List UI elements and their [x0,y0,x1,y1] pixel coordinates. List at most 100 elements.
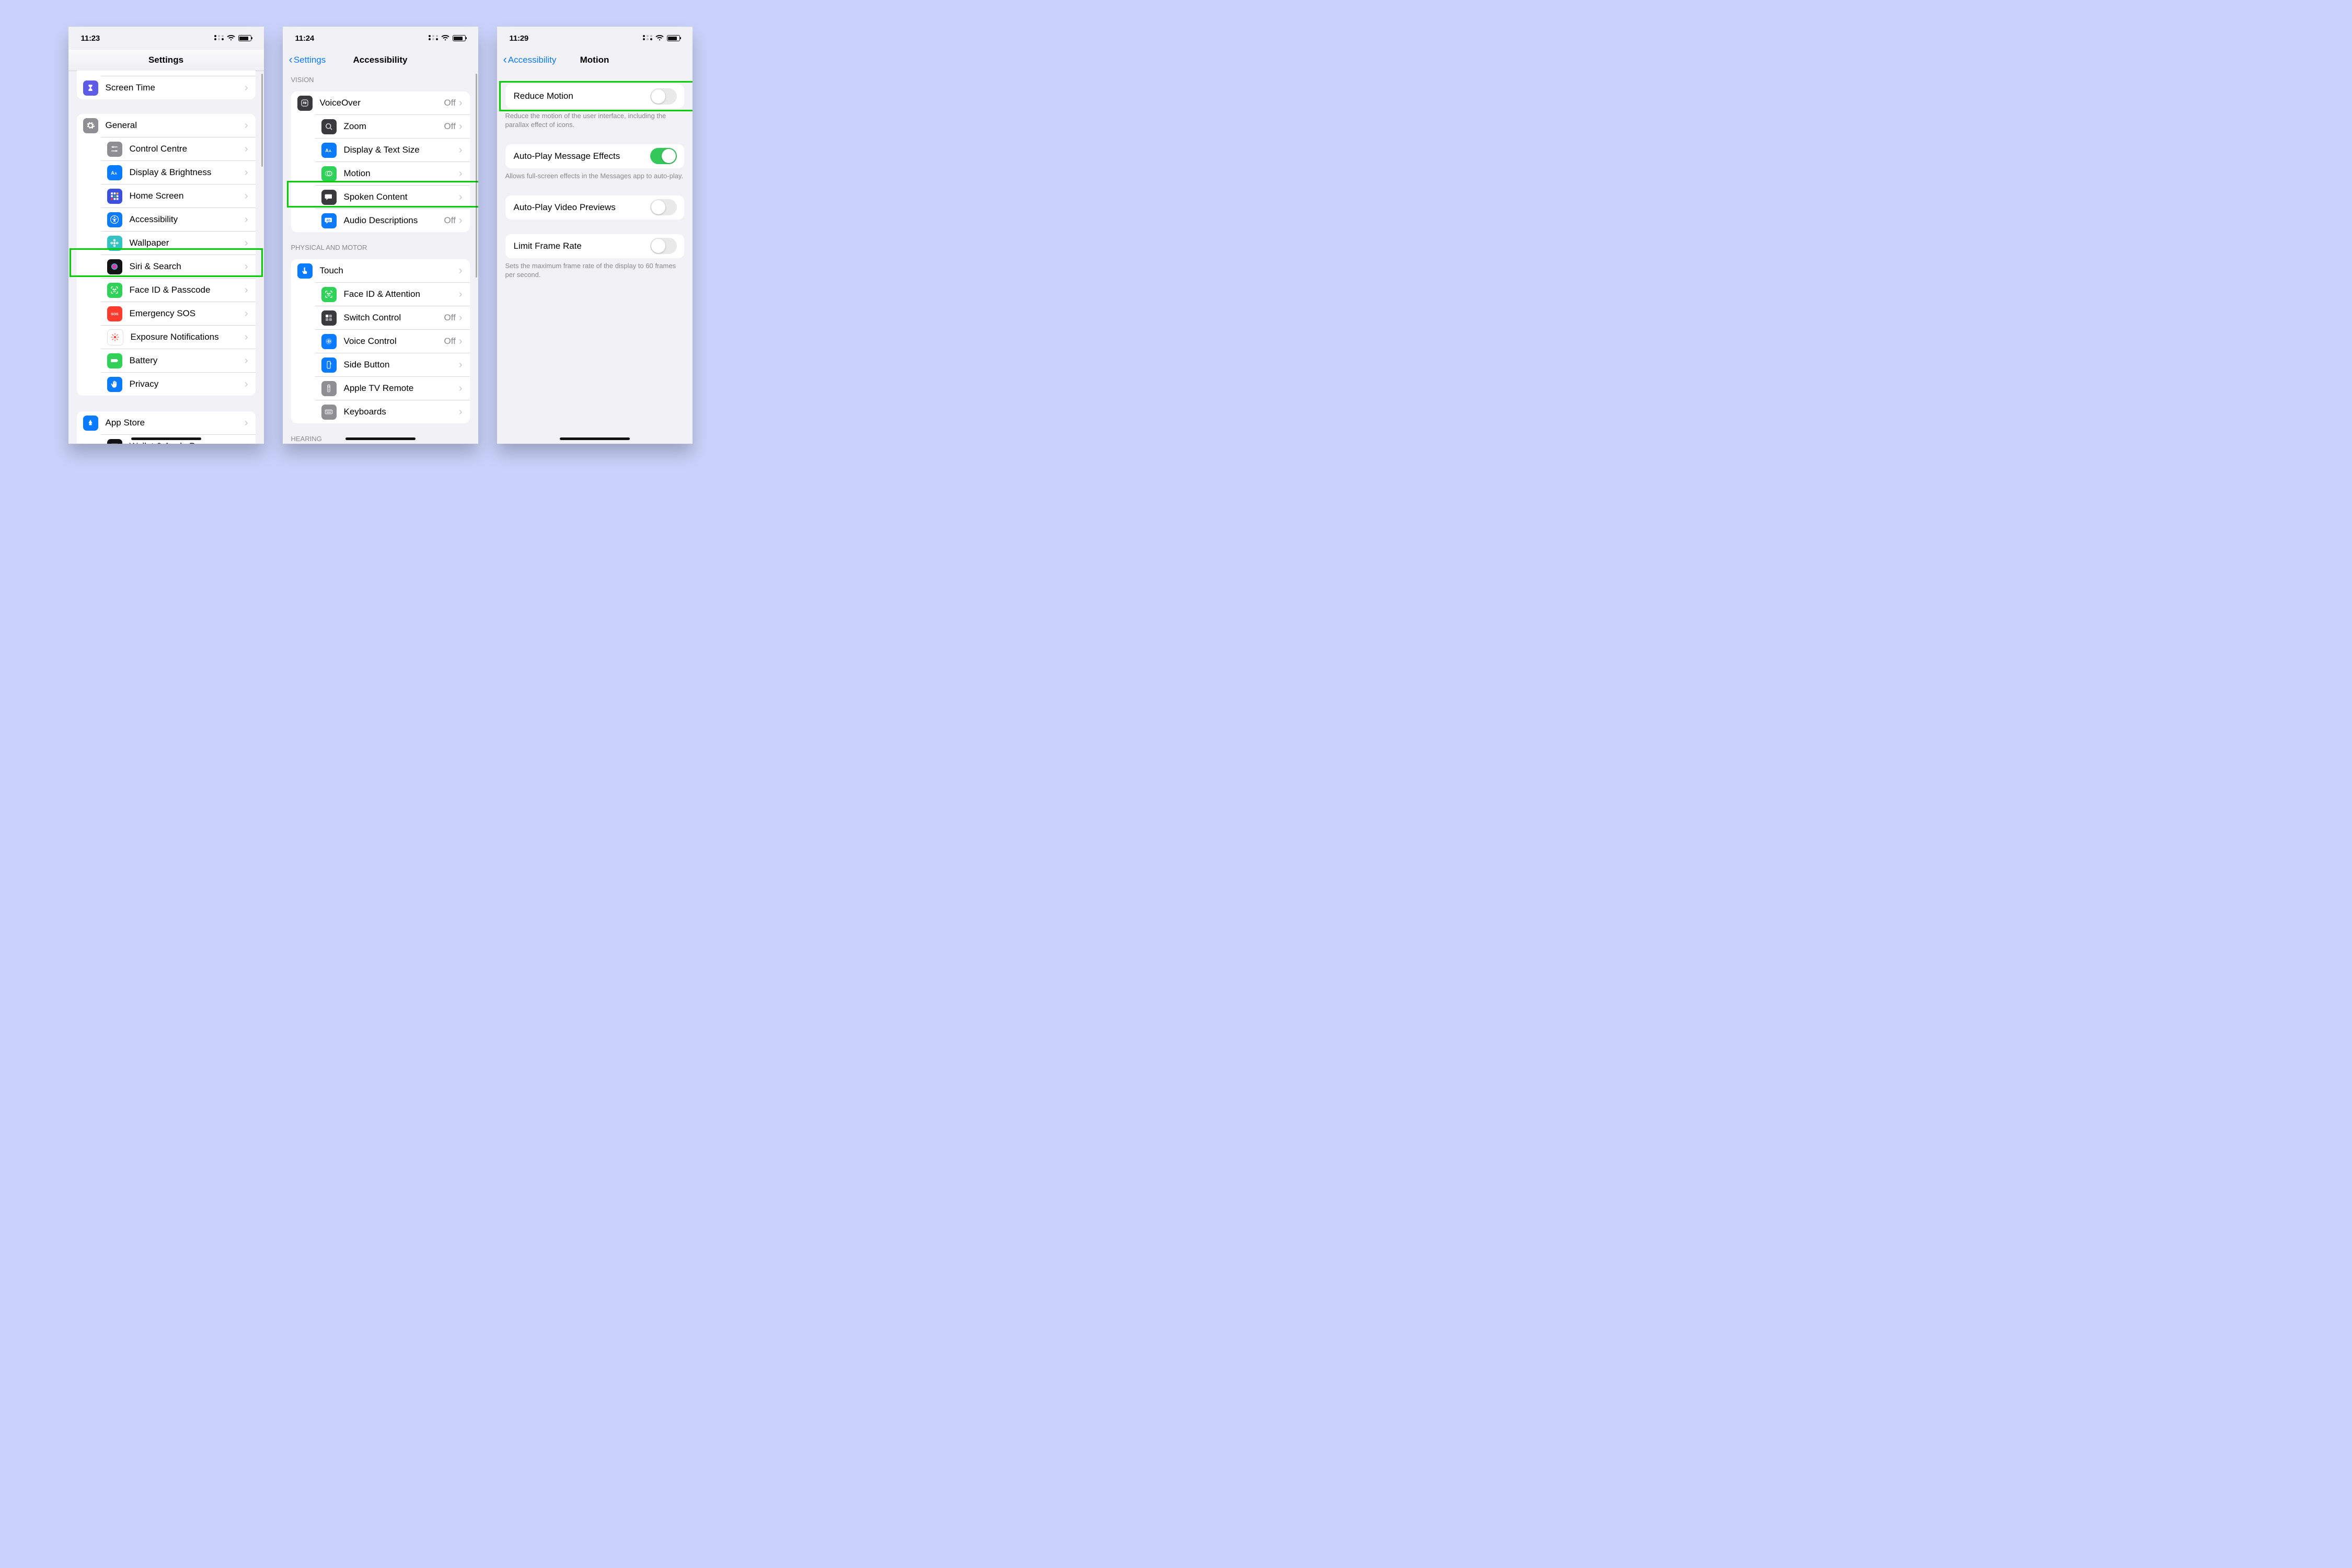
row-label: Screen Time [106,83,245,93]
settings-row-battery[interactable]: Battery› [101,349,256,372]
a11y-row-spoken-content[interactable]: Spoken Content› [315,185,470,209]
row-label: Control Centre [130,144,245,154]
home-indicator[interactable] [560,437,630,440]
status-time: 11:23 [81,34,100,43]
row-label: Wallpaper [130,238,245,248]
chevron-right-icon: › [245,441,248,444]
row-label: General [106,120,245,131]
battery-icon [453,35,466,41]
faceid-icon [321,287,337,302]
svg-text:A: A [329,149,331,153]
a11y-row-apple-tv-remote[interactable]: Apple TV Remote› [315,376,470,400]
settings-row-face-id-passcode[interactable]: Face ID & Passcode› [101,278,256,302]
a11y-row-audio-descriptions[interactable]: ADAudio DescriptionsOff› [315,209,470,232]
motion-icon [321,166,337,181]
aa-icon: AA [107,165,122,180]
chevron-right-icon: › [459,265,463,277]
toggle-switch[interactable] [650,88,677,105]
settings-row-home-screen[interactable]: Home Screen› [101,184,256,207]
toggle-row-limit-frame-rate[interactable]: Limit Frame Rate [505,234,684,258]
row-label: Touch [320,266,459,276]
nav-title: Settings [68,55,264,65]
settings-row-exposure-notifications[interactable]: Exposure Notifications› [101,325,256,349]
chevron-right-icon: › [459,121,463,133]
speech-icon [321,190,337,205]
chevron-right-icon: › [459,168,463,180]
toggle-switch[interactable] [650,199,677,215]
a11y-row-touch[interactable]: Touch› [291,259,470,282]
zoom-icon [321,119,337,134]
status-bar: 11:24 [283,27,478,50]
toggle-row-auto-play-message-effects[interactable]: Auto-Play Message Effects [505,144,684,168]
chevron-right-icon: › [459,383,463,395]
a11y-row-motion[interactable]: Motion› [315,162,470,185]
accessibility-icon [107,212,122,227]
status-icons [429,35,466,41]
settings-row-control-centre[interactable]: Control Centre› [101,137,256,160]
a11y-row-side-button[interactable]: Side Button› [315,353,470,376]
row-value: Off [444,336,455,347]
section-header: VISION [283,71,478,87]
chevron-right-icon: › [245,190,248,202]
row-label: App Store [106,418,245,428]
a11y-row-face-id-attention[interactable]: Face ID & Attention› [315,282,470,306]
svg-text:AD: AD [327,220,331,223]
row-label: Display & Text Size [344,145,459,155]
svg-text:A: A [111,170,114,176]
chevron-right-icon: › [459,312,463,324]
setting-description: Allows full-screen effects in the Messag… [497,168,693,181]
settings-row-privacy[interactable]: Privacy› [101,372,256,396]
toggle-switch[interactable] [650,148,677,164]
settings-row-display-brightness[interactable]: AADisplay & Brightness› [101,160,256,184]
a11y-row-switch-control[interactable]: Switch ControlOff› [315,306,470,329]
row-label: Siri & Search [130,261,245,272]
svg-text:A: A [325,148,329,153]
settings-row-general[interactable]: General› [77,114,256,137]
section-header: PHYSICAL AND MOTOR [283,232,478,255]
chevron-right-icon: › [245,355,248,367]
row-label: Privacy [130,379,245,389]
settings-row-emergency-sos[interactable]: SOSEmergency SOS› [101,302,256,325]
settings-row-wallpaper[interactable]: Wallpaper› [101,231,256,255]
row-label: Side Button [344,360,459,370]
switch-icon [321,310,337,326]
home-indicator[interactable] [131,437,201,440]
wifi-icon [227,35,235,41]
battery-icon [107,353,122,368]
gear-icon [83,118,98,133]
chevron-right-icon: › [245,82,248,94]
hourglass-icon [83,80,98,96]
settings-row-accessibility[interactable]: Accessibility› [101,207,256,231]
settings-row-siri-search[interactable]: Siri & Search› [101,255,256,278]
chevron-right-icon: › [459,406,463,418]
a11y-row-display-text-size[interactable]: AADisplay & Text Size› [315,138,470,162]
row-value: Off [444,215,455,226]
toggle-switch[interactable] [650,238,677,254]
nav-bar: ‹Settings Accessibility [283,50,478,71]
ad-icon: AD [321,213,337,228]
a11y-row-zoom[interactable]: ZoomOff› [315,114,470,138]
a11y-row-voice-control[interactable]: Voice ControlOff› [315,329,470,353]
home-indicator[interactable] [345,437,416,440]
faceid-icon [107,283,122,298]
toggle-label: Auto-Play Video Previews [514,202,650,213]
a11y-row-keyboards[interactable]: Keyboards› [315,400,470,423]
toggle-row-reduce-motion[interactable]: Reduce Motion [505,84,684,108]
chevron-right-icon: › [245,417,248,429]
toggle-row-auto-play-video-previews[interactable]: Auto-Play Video Previews [505,195,684,220]
row-label: Wallet & Apple Pay [130,441,245,444]
chevron-right-icon: › [245,308,248,320]
siri-icon [107,259,122,274]
settings-row-screen-time[interactable]: Screen Time› [77,76,256,99]
nav-title: Accessibility [283,55,478,65]
chevron-right-icon: › [459,336,463,348]
chevron-right-icon: › [245,143,248,155]
nav-bar: Settings [68,50,264,71]
a11y-row-voiceover[interactable]: VoiceOverOff› [291,91,470,114]
row-label: Switch Control [344,313,444,323]
status-bar: 11:29 [497,27,693,50]
chevron-right-icon: › [245,214,248,226]
row-label: Audio Descriptions [344,215,444,226]
settings-row-app-store[interactable]: App Store› [77,411,256,434]
wallet-icon [107,439,122,444]
